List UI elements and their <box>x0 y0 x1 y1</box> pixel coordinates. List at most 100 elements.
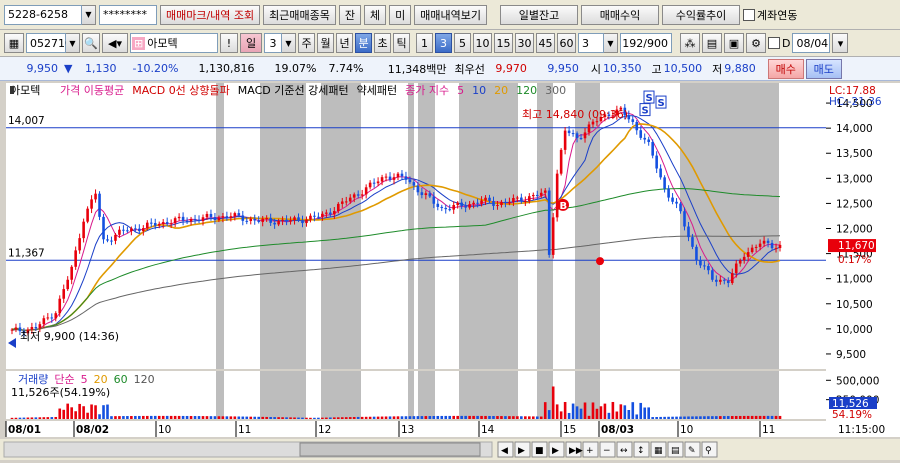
sell-button[interactable]: 매도 <box>805 58 842 79</box>
period-day-button[interactable]: 일 <box>240 33 262 53</box>
stock-chart[interactable]: 14,00711,367 14,50014,00013,50013,00012,… <box>0 81 900 460</box>
date-field[interactable]: 08/04 <box>792 33 831 53</box>
date-checkbox[interactable]: D <box>768 37 790 50</box>
account-link-checkbox[interactable]: 계좌연동 <box>743 7 798 23</box>
account-select[interactable]: 5228-6258 ▼ <box>4 4 96 25</box>
trade-history-button[interactable]: 매매내역보기 <box>414 4 488 25</box>
search-icon[interactable]: 🔍 <box>82 33 100 53</box>
volume-bar <box>766 415 770 419</box>
volume-bar <box>707 416 710 419</box>
balance-button[interactable]: 잔 <box>338 4 362 25</box>
session-shade <box>418 83 435 369</box>
candle-body <box>659 168 662 178</box>
candle-body <box>512 198 515 203</box>
volume-bar <box>384 416 388 419</box>
interval-1-button[interactable]: 1 <box>416 33 433 53</box>
profit-trend-button[interactable]: 수익률추이 <box>662 4 741 25</box>
interval-30-button[interactable]: 30 <box>515 33 534 53</box>
candle-body <box>197 219 201 222</box>
candle-body <box>722 279 726 281</box>
volume-bar <box>297 417 300 419</box>
interval-3-button[interactable]: 3 <box>435 33 452 53</box>
checkbox-icon[interactable] <box>743 8 756 21</box>
candle-body <box>245 220 249 222</box>
candle-body <box>492 201 495 206</box>
volume-bar <box>504 416 507 419</box>
volume-bar <box>651 417 654 419</box>
interval-5-button[interactable]: 5 <box>454 33 471 53</box>
volume-bar <box>106 404 109 419</box>
volume-bar <box>269 417 272 419</box>
volume-bar <box>738 415 742 419</box>
candle-body <box>289 220 292 222</box>
custom-interval-field[interactable]: 3 <box>578 33 604 53</box>
interval-10-button[interactable]: 10 <box>473 33 492 53</box>
trade-mark-query-button[interactable]: 매매마크/내역 조회 <box>160 4 261 25</box>
candle-body <box>432 196 436 204</box>
candle-body <box>496 205 499 207</box>
candle-body <box>118 229 121 235</box>
candle-body <box>770 242 774 249</box>
chevron-down-icon[interactable]: ▼ <box>82 4 96 25</box>
reference-line-label: 11,367 <box>8 247 45 259</box>
daily-balance-button[interactable]: 일별잔고 <box>500 4 579 25</box>
period-year-button[interactable]: 년 <box>336 33 353 53</box>
high-price: 10,500 <box>663 62 703 75</box>
candle-body <box>750 247 754 253</box>
chevron-down-icon[interactable]: ▼ <box>66 33 80 53</box>
candle-body <box>683 211 686 227</box>
stock-name: 아모텍 <box>147 37 178 50</box>
checkbox-icon[interactable] <box>768 37 780 49</box>
custom-interval-select[interactable]: 3 ▼ <box>578 33 618 53</box>
period-tick-button[interactable]: 틱 <box>393 33 410 53</box>
save-icon[interactable]: ▣ <box>724 33 744 53</box>
chevron-down-icon[interactable]: ▼ <box>604 33 618 53</box>
unfilled-button[interactable]: 미 <box>389 4 412 25</box>
speaker-icon[interactable]: ◀▾ <box>102 33 128 53</box>
period-count-select[interactable]: 3 ▼ <box>264 33 296 53</box>
candle-body <box>321 213 324 217</box>
calendar-icon[interactable]: ▾ <box>832 33 849 53</box>
candle-body <box>388 176 392 180</box>
chevron-down-icon[interactable]: ▼ <box>282 33 296 53</box>
period-month-button[interactable]: 월 <box>317 33 334 53</box>
period-minute-button[interactable]: 분 <box>355 33 372 53</box>
password-field[interactable]: ******** <box>99 4 157 25</box>
candle-body <box>436 203 440 207</box>
interval-15-button[interactable]: 15 <box>494 33 513 53</box>
interval-45-button[interactable]: 45 <box>536 33 555 53</box>
volume-bar <box>98 414 101 419</box>
volume-bar <box>683 416 686 419</box>
candle-body <box>667 188 670 198</box>
stock-name-field[interactable]: ⊞ 아모텍 <box>130 33 218 53</box>
volume-bar <box>102 405 105 419</box>
market-badge-icon: ⊞ <box>132 36 146 50</box>
period-week-button[interactable]: 주 <box>298 33 315 53</box>
grid-icon[interactable]: ▦ <box>4 33 24 53</box>
alert-icon[interactable]: ! <box>220 33 238 53</box>
candle-body <box>193 218 197 220</box>
filled-button[interactable]: 체 <box>364 4 387 25</box>
account-number-field[interactable]: 5228-6258 <box>4 4 82 25</box>
volume-bar <box>94 405 97 419</box>
pin-icon[interactable]: ⁂ <box>680 33 700 53</box>
volume-bar <box>313 417 316 419</box>
gear-icon[interactable]: ⚙ <box>746 33 766 53</box>
y-tick-label: 10,000 <box>836 324 873 336</box>
buy-button[interactable]: 매수 <box>767 58 804 79</box>
code-select[interactable]: 052710 ▼ <box>26 33 80 53</box>
recent-trades-button[interactable]: 최근매매종목 <box>263 4 336 25</box>
candle-body <box>480 200 483 204</box>
scroll-thumb[interactable] <box>299 442 481 457</box>
period-second-button[interactable]: 초 <box>374 33 391 53</box>
stock-code-field[interactable]: 052710 <box>26 33 72 53</box>
interval-60-button[interactable]: 60 <box>557 33 576 53</box>
trade-profit-button[interactable]: 매매수익 <box>581 4 660 25</box>
candle-body <box>352 194 356 198</box>
y-tick-label: 10,500 <box>836 299 873 311</box>
volume-bar <box>90 404 93 419</box>
volume-bar <box>333 417 336 419</box>
volume-bar <box>189 415 193 419</box>
period-count-field[interactable]: 3 <box>264 33 282 53</box>
data-table-icon[interactable]: ▤ <box>702 33 722 53</box>
